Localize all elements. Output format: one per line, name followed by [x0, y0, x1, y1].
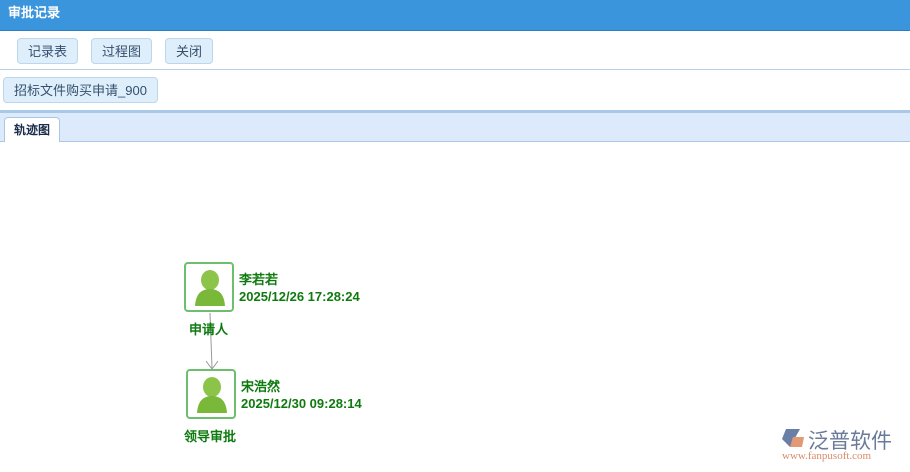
- brand-logo-icon: [782, 429, 804, 447]
- user-icon: [197, 377, 227, 413]
- approver-name: 宋浩然: [241, 379, 281, 394]
- approver-role: 领导审批: [184, 429, 237, 444]
- approver-node[interactable]: [186, 369, 236, 419]
- applicant-name: 李若若: [239, 272, 279, 287]
- user-icon: [195, 270, 225, 306]
- applicant-role: 申请人: [189, 322, 229, 337]
- applicant-time: 2025/12/26 17:28:24: [239, 289, 360, 304]
- applicant-node[interactable]: [184, 262, 234, 312]
- flow-connector: [205, 312, 219, 370]
- approver-time: 2025/12/30 09:28:14: [241, 396, 362, 411]
- watermark-url: www.fanpusoft.com: [782, 450, 872, 462]
